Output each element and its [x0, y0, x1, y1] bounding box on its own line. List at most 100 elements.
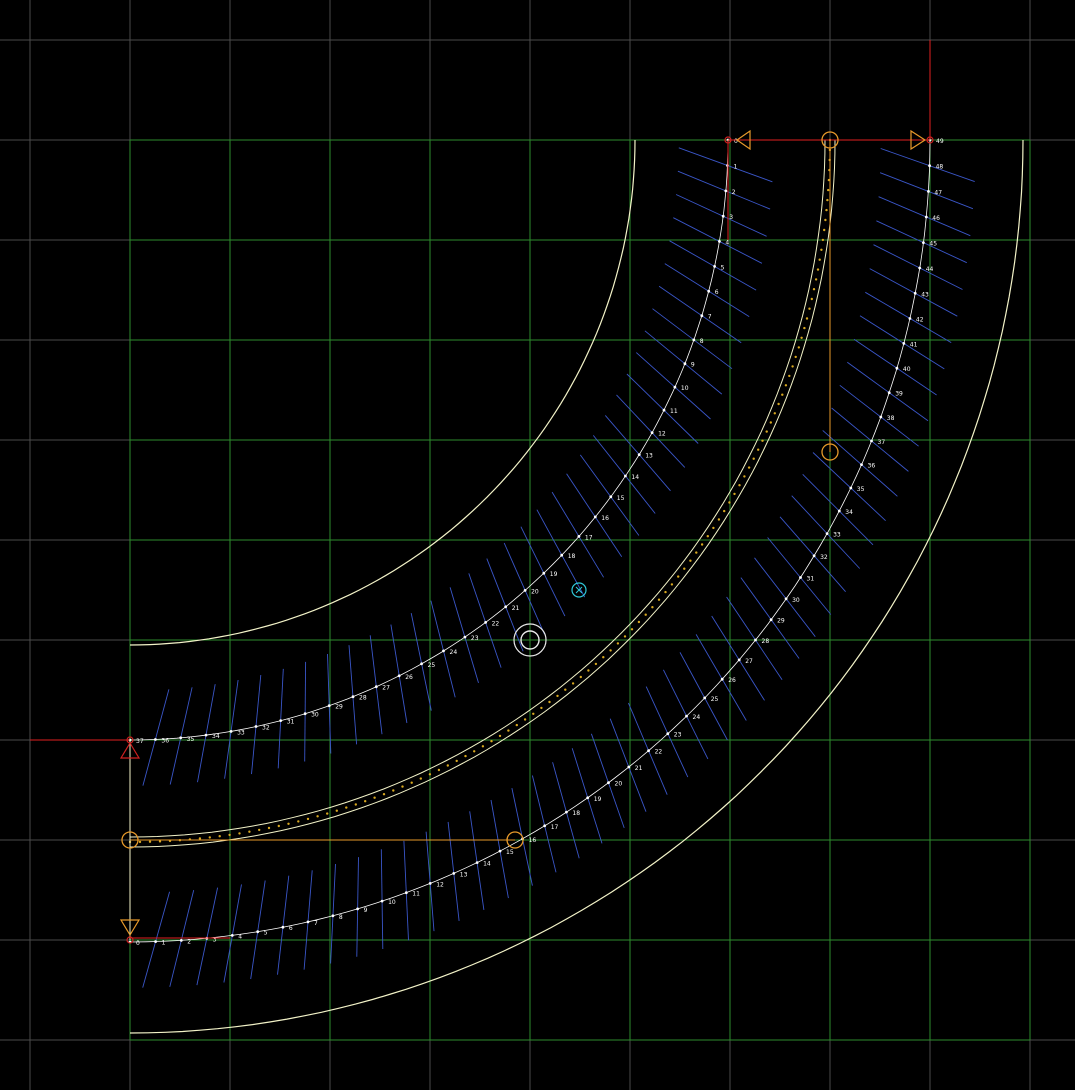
- lane-divider-dot: [410, 781, 413, 784]
- lane-divider-dot: [602, 656, 605, 659]
- road-curve-editor-canvas[interactable]: 0123456789101112131415161718192021222324…: [0, 0, 1075, 1090]
- inner-lane-node: [229, 730, 233, 733]
- outer-lane-node: [543, 824, 547, 828]
- lane-divider-dot: [228, 833, 231, 837]
- outer-lane-node-label: 18: [572, 810, 580, 817]
- outer-lane-node-label: 2: [187, 938, 191, 945]
- outer-lane-node: [380, 899, 384, 903]
- outer-lane-node: [887, 391, 891, 395]
- lane-divider-dot: [644, 613, 647, 616]
- lane-divider-dot: [364, 800, 367, 803]
- inner-lane-node: [504, 605, 508, 609]
- lane-divider-dot: [700, 543, 704, 546]
- lane-divider-dot: [651, 606, 654, 609]
- outer-lane-node: [913, 291, 917, 295]
- lane-divider-dot: [258, 828, 261, 832]
- lane-divider-dot: [609, 649, 612, 652]
- lane-divider-dot: [765, 430, 768, 433]
- lane-divider-dot: [781, 393, 784, 396]
- inner-lane-node-label: 27: [382, 685, 390, 692]
- outer-lane-node: [908, 317, 912, 320]
- lane-divider-dot: [556, 694, 559, 698]
- lane-divider-dot: [706, 535, 709, 538]
- outer-lane-node: [754, 638, 757, 642]
- outer-lane-node: [927, 190, 930, 193]
- inner-lane-node: [279, 719, 283, 722]
- lane-divider-dot: [826, 198, 829, 202]
- outer-lane-node-label: 9: [364, 907, 368, 914]
- inner-lane-node: [442, 649, 445, 653]
- outer-lane-node: [860, 463, 863, 466]
- outer-lane-node-label: 22: [655, 749, 663, 756]
- lane-divider-dot: [345, 806, 348, 809]
- lane-divider-dot: [788, 374, 791, 378]
- lane-divider-dot: [138, 840, 142, 844]
- outer-lane-node: [356, 907, 359, 911]
- lane-divider-dot: [507, 729, 510, 732]
- outer-lane-node: [306, 920, 310, 924]
- outer-lane-node-label: 36: [868, 463, 876, 470]
- outer-lane-node-label: 41: [910, 341, 918, 348]
- outer-lane-node: [404, 891, 408, 895]
- outer-lane-node-label: 6: [289, 925, 293, 932]
- outer-lane-node: [256, 930, 260, 934]
- lane-divider-dot: [354, 803, 357, 806]
- inner-lane-node: [718, 240, 721, 243]
- inner-lane-node-label: 29: [335, 704, 343, 711]
- inner-lane-node-label: 34: [212, 733, 220, 740]
- outer-lane-node-label: 31: [807, 576, 815, 583]
- outer-lane-node: [737, 658, 741, 662]
- lane-divider-dot: [306, 817, 310, 821]
- outer-lane-node: [895, 366, 899, 370]
- lane-divider-dot: [616, 642, 620, 645]
- inner-lane-node: [374, 685, 378, 689]
- lane-divider-dot: [446, 764, 449, 767]
- inner-lane-node-label: 8: [700, 338, 704, 345]
- outer-lane-node-label: 4: [238, 933, 242, 940]
- inner-lane-node: [707, 289, 711, 293]
- lane-divider-dot: [297, 820, 300, 823]
- outer-lane-node-label: 3: [213, 936, 217, 943]
- inner-lane-node-label: 24: [450, 649, 458, 656]
- outer-lane-node: [870, 439, 873, 443]
- lane-divider-dot: [594, 662, 598, 666]
- lane-divider-dot: [784, 384, 788, 387]
- lane-divider-dot: [158, 840, 162, 843]
- outer-lane-node-label: 40: [903, 366, 911, 373]
- lane-divider-dot: [695, 551, 698, 554]
- inner-lane-node-label: 9: [691, 362, 695, 369]
- outer-lane-node-label: 5: [264, 930, 268, 937]
- lane-divider-dot: [548, 700, 551, 704]
- lane-divider-dot: [712, 526, 715, 530]
- outer-lane-node-label: 8: [339, 914, 343, 921]
- inner-lane-node-label: 17: [585, 534, 593, 541]
- inner-lane-node: [523, 589, 527, 592]
- outer-lane-node: [928, 164, 931, 168]
- outer-lane-node-label: 20: [615, 781, 623, 788]
- lane-divider-dot: [515, 723, 518, 727]
- outer-lane-node-label: 32: [820, 554, 828, 561]
- inner-lane-node-label: 32: [262, 725, 270, 732]
- outer-lane-node-label: 34: [845, 509, 853, 516]
- outer-lane-node-label: 24: [693, 714, 701, 721]
- lane-divider-dot: [392, 789, 395, 792]
- outer-lane-node: [685, 714, 688, 718]
- inner-lane-node: [713, 265, 716, 268]
- lane-divider-dot: [571, 682, 575, 685]
- lane-divider-dot: [657, 598, 661, 601]
- outer-lane-node-label: 17: [551, 824, 559, 831]
- inner-lane-node-label: 33: [237, 729, 245, 736]
- lane-divider-dot: [490, 740, 493, 743]
- lane-divider-dot: [419, 777, 422, 780]
- outer-lane-node-label: 42: [916, 317, 924, 324]
- lane-divider-dot: [287, 822, 290, 825]
- inner-lane-node: [683, 362, 687, 366]
- lane-divider-dot: [677, 575, 680, 578]
- outer-lane-node: [452, 872, 456, 875]
- lane-divider-dot: [803, 326, 806, 330]
- outer-lane-node: [230, 934, 234, 937]
- inner-lane-node: [662, 408, 666, 412]
- inner-lane-node-label: 31: [287, 719, 295, 726]
- inner-lane-node-label: 2: [732, 189, 736, 196]
- outer-lane-node: [154, 940, 158, 943]
